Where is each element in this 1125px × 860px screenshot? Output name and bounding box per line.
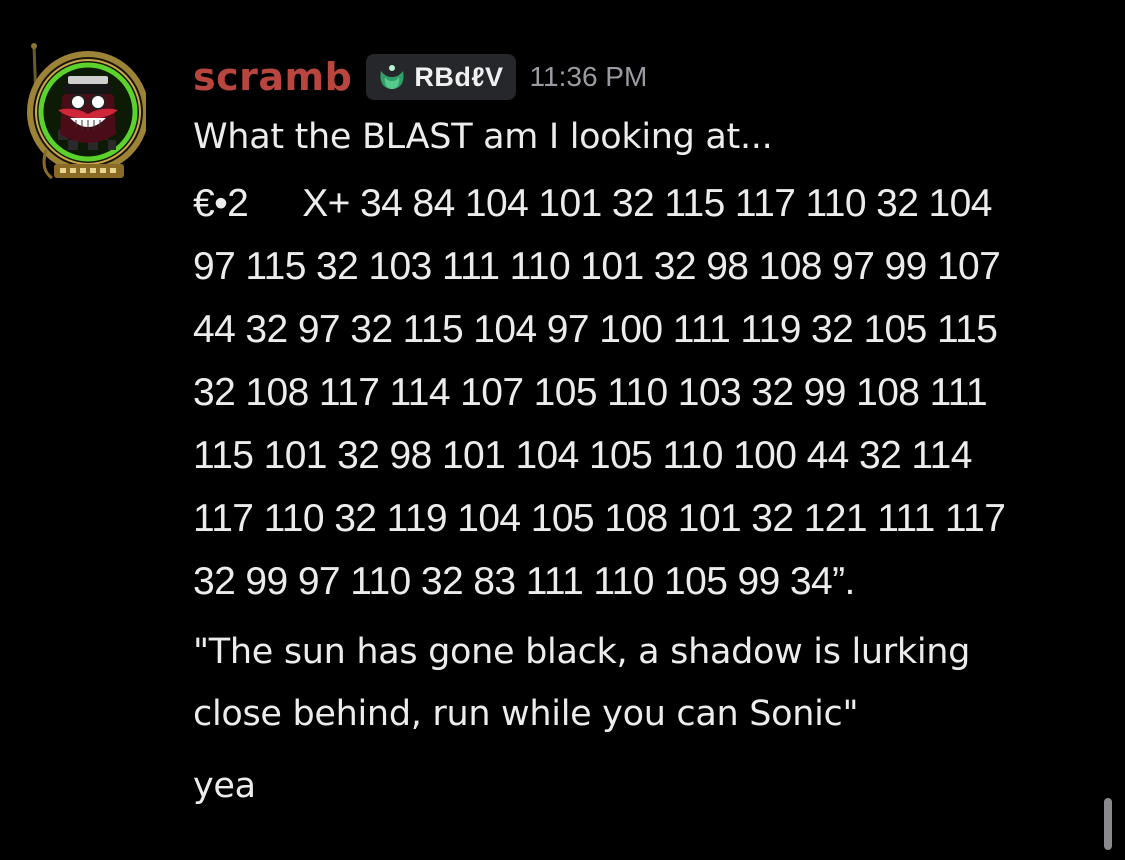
code-line: €•2 X+ 34 84 104 101 32 115 117 110 32 10…: [193, 172, 1098, 235]
eggman-avatar-icon: [27, 43, 149, 180]
chat-message: scramb RBdℓV 11:36 PM What the BLAST am …: [0, 0, 1125, 860]
code-line: 97 115 32 103 111 110 101 32 98 108 97 9…: [193, 245, 1001, 288]
code-line: 32 108 117 114 107 105 110 103 32 99 108…: [193, 371, 988, 414]
message-header: scramb RBdℓV 11:36 PM: [193, 48, 1098, 106]
server-tag-label: RBdℓV: [414, 61, 504, 92]
server-tag[interactable]: RBdℓV: [366, 54, 516, 100]
username[interactable]: scramb: [193, 58, 352, 96]
message-line-first: What the BLAST am I looking at...: [193, 117, 773, 157]
timestamp[interactable]: 11:36 PM: [530, 61, 648, 93]
message-content: scramb RBdℓV 11:36 PM What the BLAST am …: [193, 48, 1098, 817]
decoded-quote: "The sun has gone black, a shadow is lur…: [193, 621, 1098, 745]
message-line-last: yea: [193, 766, 256, 806]
quote-line: close behind, run while you can Sonic": [193, 694, 859, 734]
code-line-text: X+ 34 84 104 101 32 115 117 110 32 104: [302, 182, 992, 225]
code-line: 115 101 32 98 101 104 105 110 100 44 32 …: [193, 434, 972, 477]
code-line: 32 99 97 110 32 83 111 110 105 99 34”.: [193, 560, 855, 603]
code-numbers-block: €•2 X+ 34 84 104 101 32 115 117 110 32 10…: [193, 172, 1098, 613]
code-line: 117 110 32 119 104 105 108 101 32 121 11…: [193, 497, 1006, 540]
code-line: 44 32 97 32 115 104 97 100 111 119 32 10…: [193, 308, 998, 351]
scrollbar-thumb[interactable]: [1104, 798, 1112, 850]
user-avatar[interactable]: [24, 40, 149, 190]
code-lead: €•2: [193, 182, 249, 225]
quote-line: "The sun has gone black, a shadow is lur…: [193, 632, 971, 672]
leaf-badge-icon: [380, 65, 404, 89]
